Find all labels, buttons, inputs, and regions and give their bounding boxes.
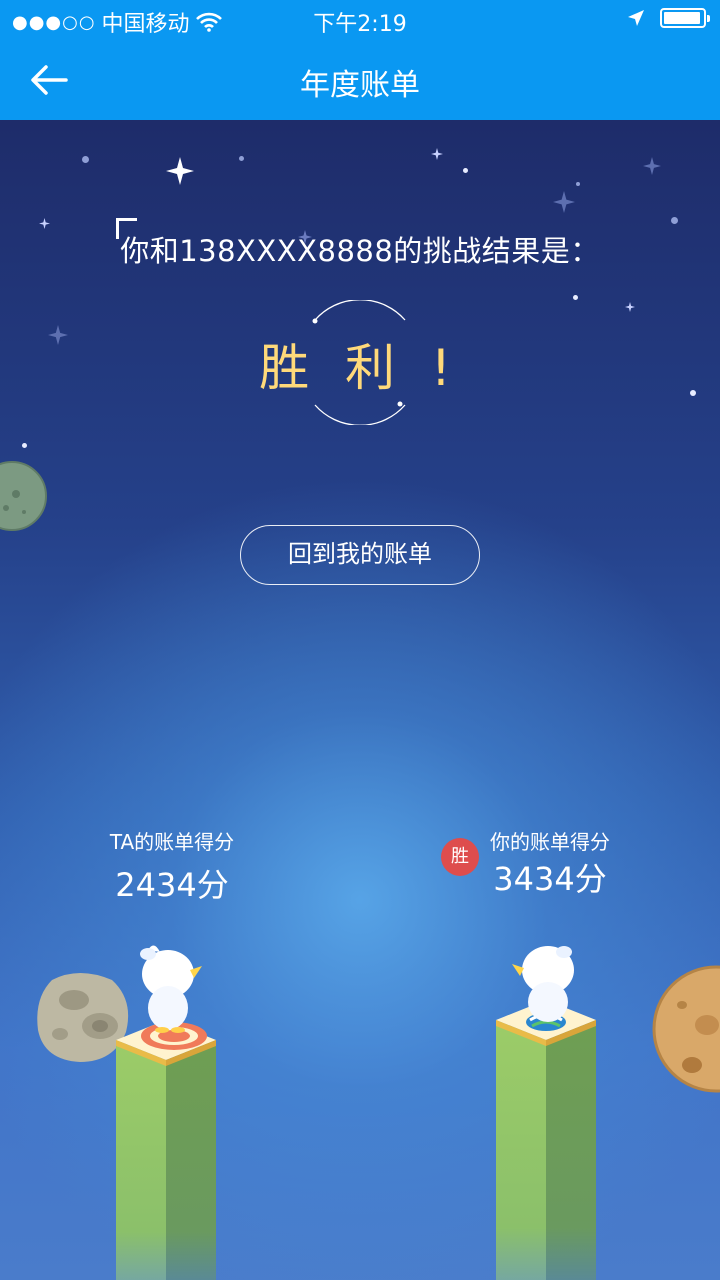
your-score-label: 你的账单得分 <box>490 830 610 854</box>
sparkle-star-icon <box>431 148 443 160</box>
brown-planet-icon <box>652 965 720 1093</box>
sparkle-star-icon <box>553 191 575 213</box>
opponent-score-label: TA的账单得分 <box>109 830 235 854</box>
nav-bar: 年度账单 <box>0 40 720 120</box>
green-planet-icon <box>0 461 47 531</box>
status-time: 下午2:19 <box>313 12 407 37</box>
sparkle-star-icon <box>48 325 68 345</box>
your-score-pillar <box>496 946 596 1280</box>
challenge-result-stage: 你和138XXXX8888的挑战结果是： 胜 利 ! 回到我的账单 TA的账单得… <box>0 120 720 1280</box>
your-score-value: 3434分 <box>493 860 607 898</box>
sparkle-star-icon <box>625 302 635 312</box>
back-to-my-bill-button[interactable]: 回到我的账单 <box>240 525 480 585</box>
sparkle-star-icon <box>166 157 194 185</box>
result-text: 胜 利 ! <box>259 339 461 397</box>
challenge-result-heading: 你和138XXXX8888的挑战结果是： <box>120 234 600 268</box>
opponent-score-pillar <box>116 945 216 1280</box>
opponent-score-value: 2434分 <box>115 866 229 904</box>
sparkle-star-icon <box>643 157 661 175</box>
status-bar: ●●●○○ 中国移动 下午2:19 <box>0 0 720 40</box>
result-badge: 胜 利 ! <box>250 300 470 425</box>
location-arrow-icon <box>628 10 644 26</box>
page-title: 年度账单 <box>300 68 420 103</box>
battery-icon <box>660 8 710 28</box>
